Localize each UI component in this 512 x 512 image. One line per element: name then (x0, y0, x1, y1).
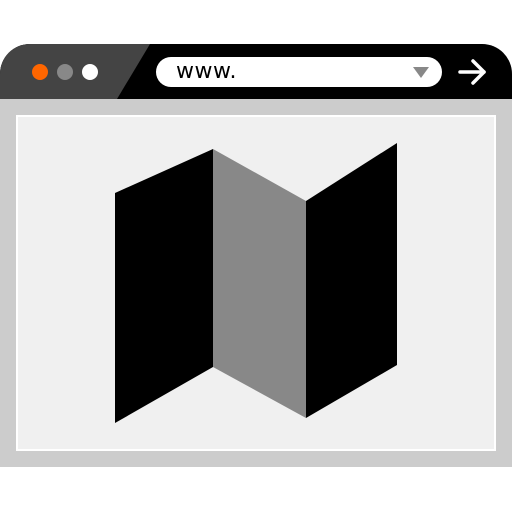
close-dot[interactable] (32, 64, 48, 80)
browser-window: www. (0, 44, 512, 467)
maximize-dot[interactable] (82, 64, 98, 80)
minimize-dot[interactable] (57, 64, 73, 80)
chevron-down-icon[interactable] (413, 67, 429, 78)
title-bar: www. (0, 44, 512, 99)
arrow-right-icon[interactable] (458, 59, 488, 85)
address-bar[interactable]: www. (156, 57, 442, 87)
page-content (16, 115, 496, 451)
browser-tab[interactable] (0, 44, 150, 99)
address-text: www. (176, 59, 237, 84)
